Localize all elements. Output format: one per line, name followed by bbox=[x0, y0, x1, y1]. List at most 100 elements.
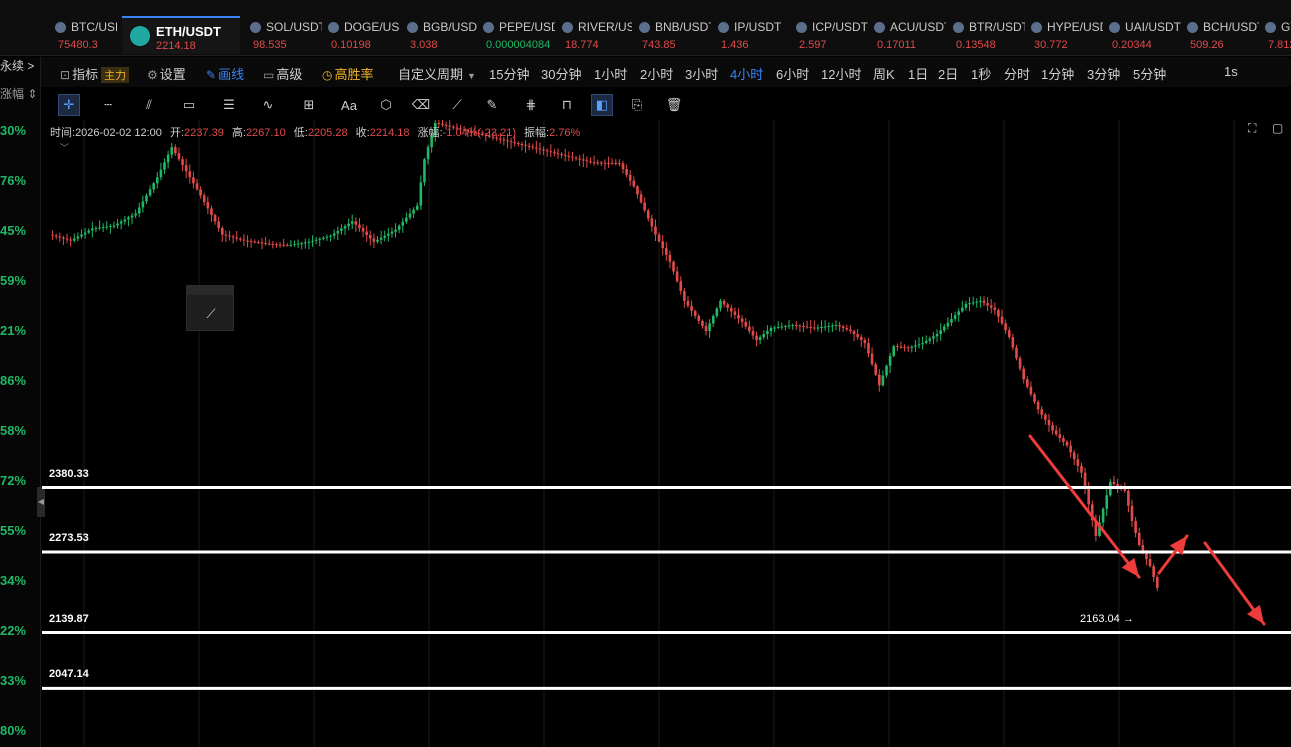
ticker-btr-usdt[interactable]: BTR/USDT 0.13548 bbox=[953, 16, 1025, 54]
candle bbox=[989, 299, 993, 314]
period-13[interactable]: 1分钟 bbox=[1041, 64, 1074, 83]
wave-icon[interactable]: ∿ bbox=[257, 94, 279, 116]
high-win-button[interactable]: ◷ 高胜率 bbox=[322, 64, 374, 83]
candle bbox=[874, 362, 877, 377]
candle bbox=[405, 212, 408, 224]
advanced-button[interactable]: ▭ 高级 bbox=[263, 64, 302, 83]
ticker-river-usdt[interactable]: RIVER/USDT 18.774 bbox=[562, 16, 632, 54]
period-0[interactable]: 15分钟 bbox=[489, 64, 529, 83]
period-7[interactable]: 12小时 bbox=[821, 64, 861, 83]
candle bbox=[899, 341, 903, 349]
pen-icon[interactable]: ⟋ bbox=[201, 304, 221, 324]
draw-button[interactable]: ✎ 画线 bbox=[206, 64, 244, 83]
period-10[interactable]: 2日 bbox=[938, 64, 958, 83]
ticker-eth-usdt[interactable]: ETH/USDT 2214.18 bbox=[122, 16, 240, 54]
indicator-button[interactable]: ⊡ 指标 主力 bbox=[60, 64, 130, 83]
ticker-doge-usdt[interactable]: DOGE/USDT 0.10198 bbox=[328, 16, 400, 54]
ticker-pepe-usdt[interactable]: PEPE/USDT 0.000004084 bbox=[483, 16, 555, 54]
text-icon[interactable]: Aa bbox=[338, 94, 360, 116]
period-11[interactable]: 1秒 bbox=[971, 64, 991, 83]
candle bbox=[1051, 421, 1054, 435]
parallel-lines-icon[interactable]: ⫽ bbox=[138, 94, 160, 116]
candle bbox=[365, 225, 368, 242]
rectangle-icon[interactable]: ▭ bbox=[178, 94, 200, 116]
ticker-bnb-usdt[interactable]: BNB/USDT 743.85 bbox=[639, 16, 711, 54]
ticker-price: 0.20344 bbox=[1112, 39, 1152, 51]
sort-selector[interactable]: 涨幅 ⇕ bbox=[0, 85, 41, 102]
candle bbox=[859, 334, 863, 347]
period-6[interactable]: 6小时 bbox=[776, 64, 809, 83]
candle bbox=[1026, 375, 1029, 389]
candle bbox=[910, 345, 914, 353]
floating-tool-handle[interactable] bbox=[187, 286, 233, 295]
note-icon[interactable]: ⎘ bbox=[626, 94, 648, 116]
period-2[interactable]: 1小时 bbox=[594, 64, 627, 83]
speed-label[interactable]: 1s bbox=[1224, 64, 1238, 79]
last-price-label: 2163.04 → bbox=[1080, 613, 1134, 625]
ticker-acu-usdt[interactable]: ACU/USDT 0.17011 bbox=[874, 16, 946, 54]
pen-icon: ✎ bbox=[206, 68, 217, 82]
period-9[interactable]: 1日 bbox=[908, 64, 928, 83]
ticker-btc-usdt[interactable]: BTC/USDT 75480.3 bbox=[55, 16, 117, 54]
candle bbox=[1047, 413, 1051, 433]
ticker-icp-usdt[interactable]: ICP/USDT 2.597 bbox=[796, 16, 868, 54]
measure-icon[interactable]: ⊞ bbox=[298, 94, 320, 116]
period-12[interactable]: 分时 bbox=[1004, 64, 1030, 83]
candle bbox=[794, 321, 798, 331]
candle bbox=[314, 236, 318, 245]
drawn-arrows bbox=[1028, 434, 1266, 626]
candle bbox=[711, 314, 715, 327]
period-14[interactable]: 3分钟 bbox=[1087, 64, 1120, 83]
ticker-bch-usdt[interactable]: BCH/USDT 509.26 bbox=[1187, 16, 1259, 54]
candle bbox=[538, 142, 542, 155]
market-type-selector[interactable]: 永续 > bbox=[0, 57, 41, 74]
crosshair-icon[interactable]: ✛ bbox=[58, 94, 80, 116]
ticker-ip-usdt[interactable]: IP/USDT 1.436 bbox=[718, 16, 790, 54]
ticker-hype-usdt[interactable]: HYPE/USDT 30.772 bbox=[1031, 16, 1103, 54]
custom-period-dropdown[interactable]: 自定义周期 ▼ bbox=[398, 64, 476, 83]
ticker-name: BCH/USDT bbox=[1203, 20, 1259, 34]
candle bbox=[939, 323, 942, 341]
ruler-icon[interactable]: ⟋ bbox=[446, 94, 468, 116]
coin-icon bbox=[953, 22, 964, 33]
candle bbox=[744, 317, 748, 330]
pen-icon[interactable]: ✎ bbox=[481, 94, 503, 116]
candle bbox=[932, 332, 935, 345]
candle bbox=[571, 151, 574, 162]
candle bbox=[661, 235, 664, 256]
candle bbox=[347, 218, 350, 231]
price-chart[interactable] bbox=[42, 120, 1291, 747]
ticker-price: 509.26 bbox=[1190, 39, 1224, 51]
candle bbox=[1101, 507, 1105, 528]
candle bbox=[62, 235, 65, 246]
candle bbox=[766, 325, 769, 340]
trash-icon[interactable]: 🗑 bbox=[663, 94, 685, 116]
period-4[interactable]: 3小时 bbox=[685, 64, 718, 83]
ticker-uai-usdt[interactable]: UAI/USDT 0.20344 bbox=[1109, 16, 1181, 54]
magnet-icon[interactable]: ◧ bbox=[591, 94, 613, 116]
candles bbox=[51, 120, 1159, 591]
candle bbox=[419, 175, 423, 210]
dotted-line-icon[interactable]: ┄ bbox=[97, 94, 119, 116]
period-8[interactable]: 周K bbox=[873, 64, 895, 83]
ticker-sol-usdt[interactable]: SOL/USDT 98.535 bbox=[250, 16, 322, 54]
clock-icon: ◷ bbox=[322, 68, 333, 82]
legend-collapse-icon[interactable]: ﹀ bbox=[60, 141, 69, 154]
lock-icon[interactable]: ⊓ bbox=[556, 94, 578, 116]
eraser-icon[interactable]: ⌫ bbox=[410, 94, 432, 116]
period-5[interactable]: 4小时 bbox=[730, 64, 763, 83]
candle bbox=[394, 223, 397, 238]
horizontal-lines-icon[interactable]: ☰ bbox=[218, 94, 240, 116]
candle bbox=[625, 164, 628, 178]
candle bbox=[1127, 488, 1130, 513]
candle-icon[interactable]: ⋕ bbox=[520, 94, 542, 116]
period-15[interactable]: 5分钟 bbox=[1133, 64, 1166, 83]
period-toolbar: ⊡ 指标 主力 ⚙ 设置 ✎ 画线 ▭ 高级 ◷ 高胜率 自定义周期 ▼ 15分钟 30分钟 1小… bbox=[0, 57, 1291, 135]
period-1[interactable]: 30分钟 bbox=[541, 64, 581, 83]
ticker-gt[interactable]: GT 7.812 bbox=[1265, 16, 1291, 54]
fib-icon[interactable]: ⬡ bbox=[375, 94, 397, 116]
ticker-bgb-usdt[interactable]: BGB/USDT 3.038 bbox=[407, 16, 477, 54]
settings-button[interactable]: ⚙ 设置 bbox=[147, 64, 186, 83]
period-3[interactable]: 2小时 bbox=[640, 64, 673, 83]
floating-draw-tool[interactable]: ⟋ bbox=[186, 285, 234, 331]
